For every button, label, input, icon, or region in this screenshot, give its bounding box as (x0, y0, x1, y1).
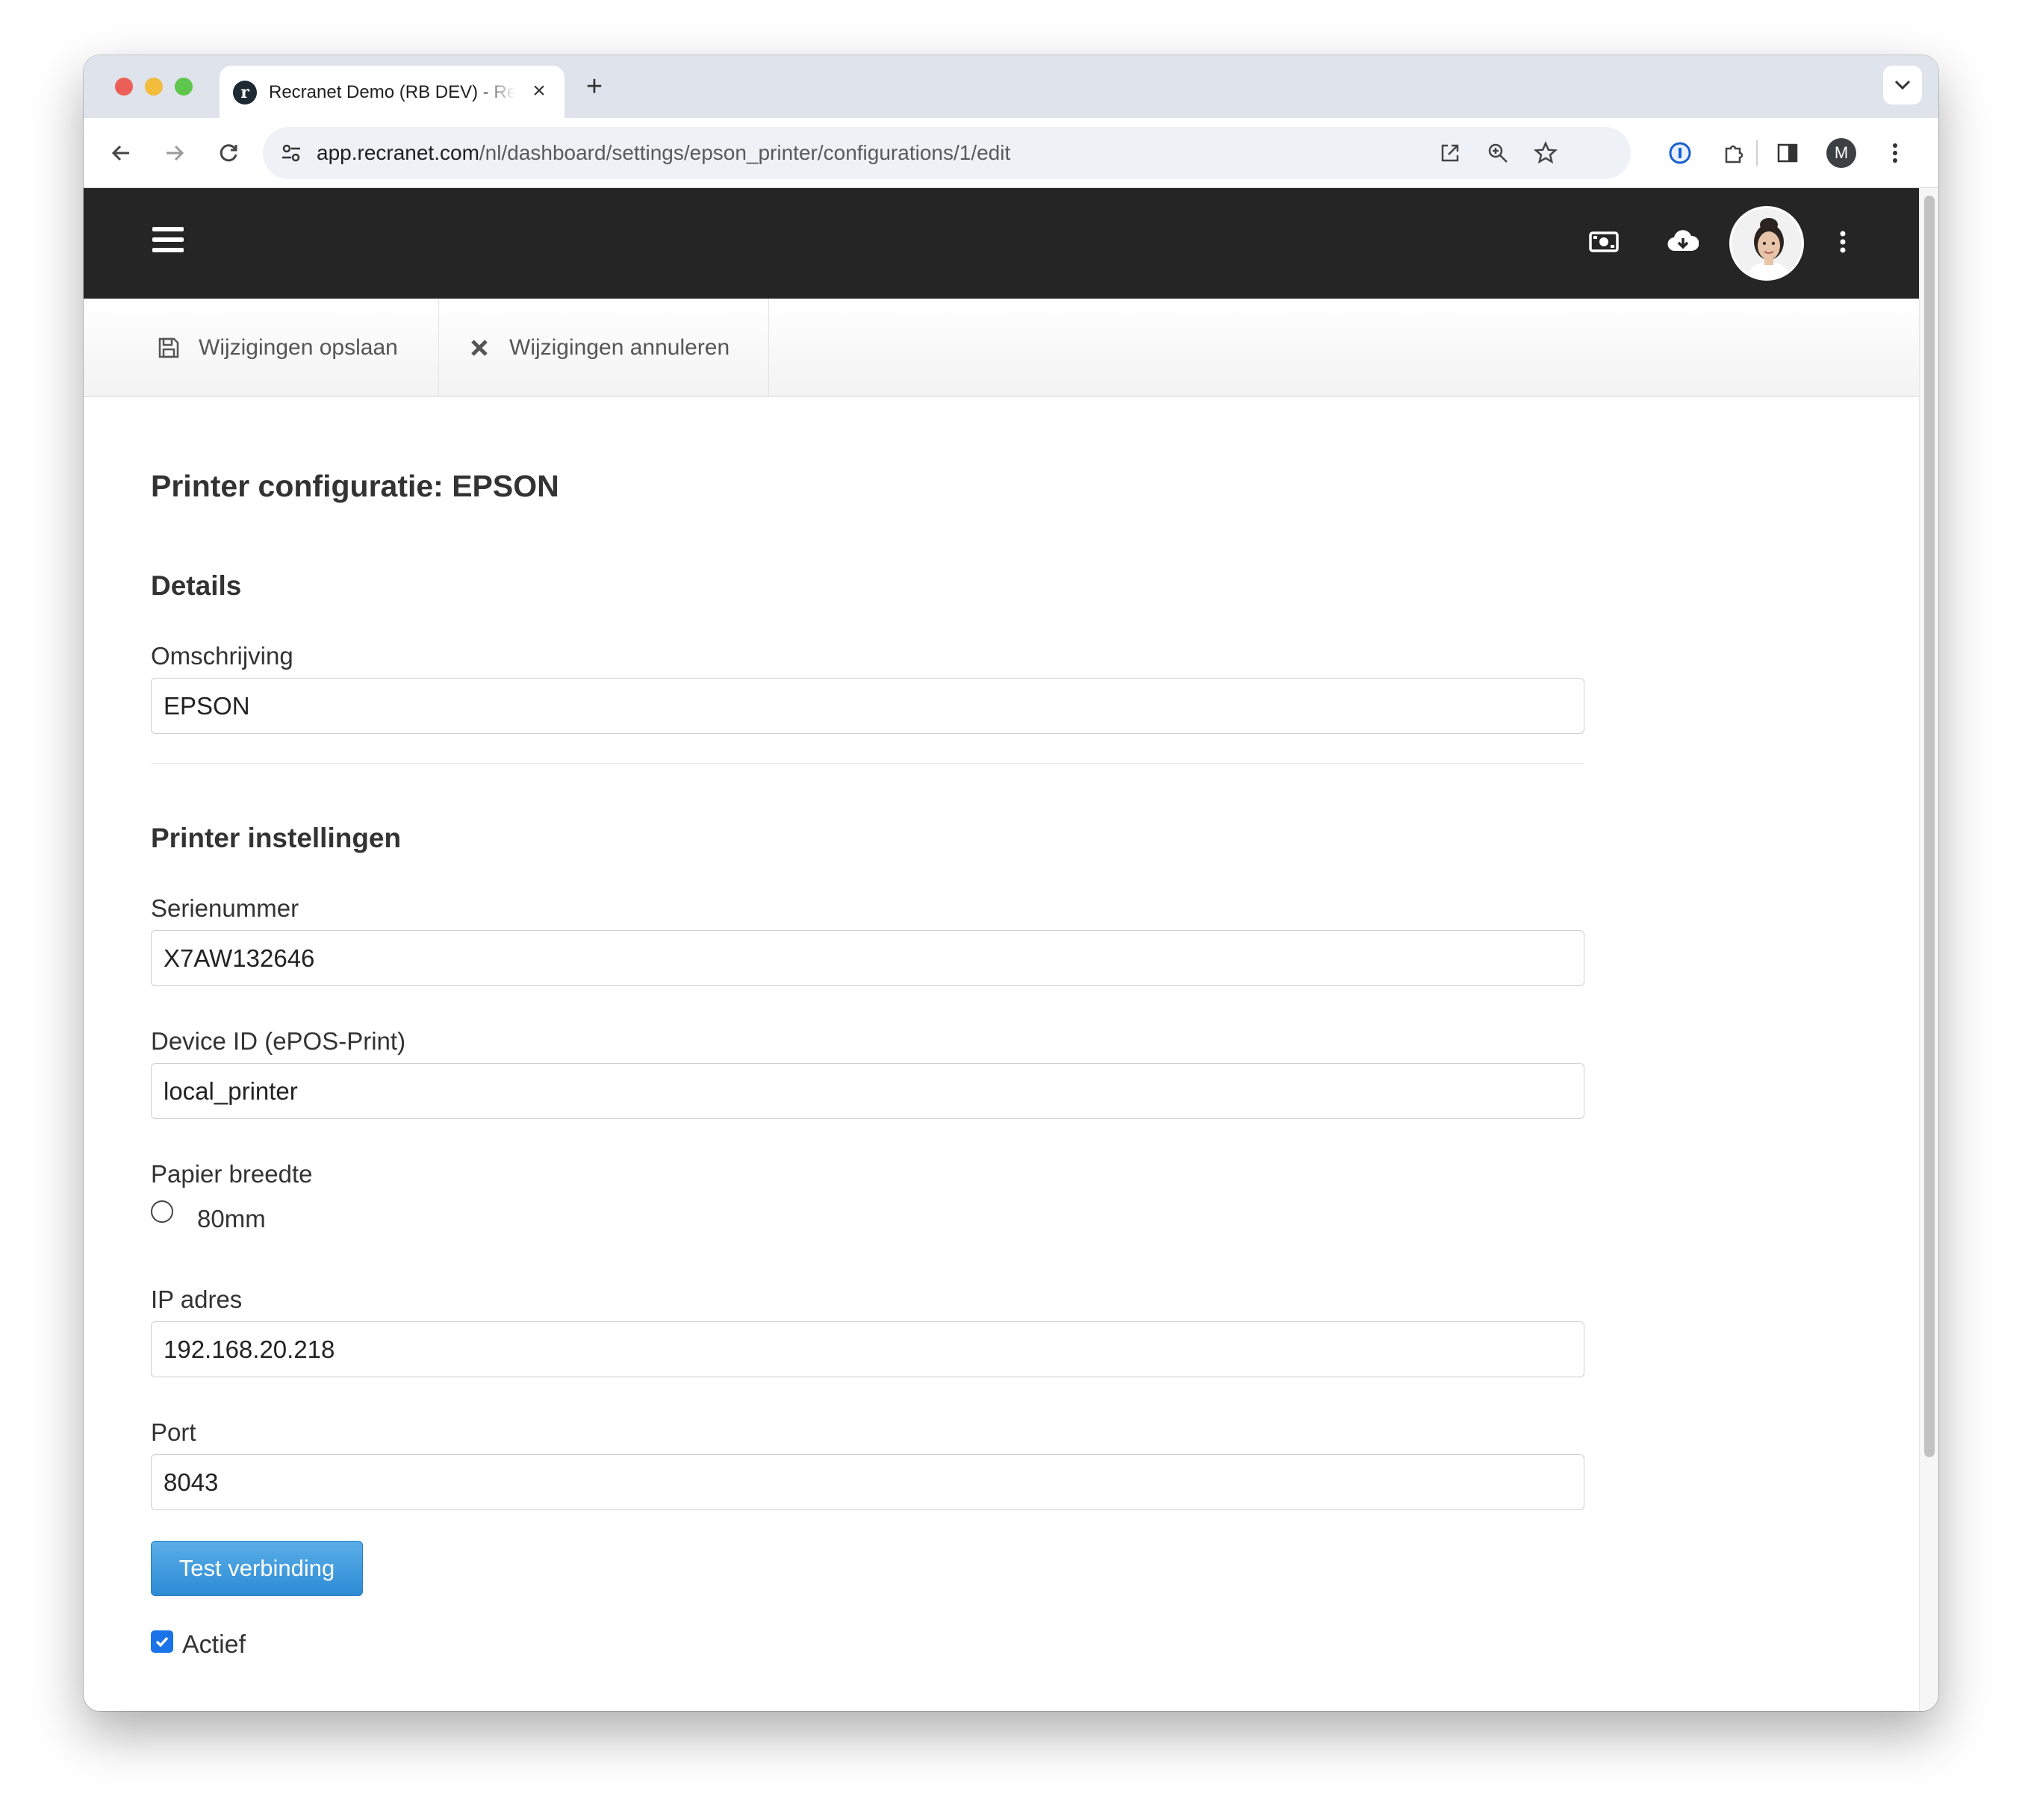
reload-icon (220, 144, 237, 162)
serial-number-label: Serienummer (151, 894, 299, 922)
test-connection-button[interactable]: Test verbinding (151, 1541, 363, 1596)
cash-register-icon[interactable] (1584, 222, 1623, 261)
ip-address-label: IP adres (151, 1285, 243, 1313)
app-header (84, 188, 1919, 299)
paper-width-label: Papier breedte (151, 1160, 313, 1188)
profile-button[interactable]: M (1823, 135, 1859, 171)
maximize-window-button[interactable] (175, 78, 193, 96)
tab-search-button[interactable] (1883, 66, 1922, 105)
device-id-input[interactable]: local_printer (151, 1063, 1584, 1119)
back-button[interactable] (103, 135, 139, 171)
url-path: /nl/dashboard/settings/epson_printer/con… (479, 141, 1011, 164)
reload-button[interactable] (211, 135, 246, 171)
browser-tab[interactable]: r Recranet Demo (RB DEV) - Recranet × (220, 66, 564, 118)
save-changes-button[interactable]: Wijzigingen opslaan (84, 299, 439, 397)
active-label[interactable]: Actief (182, 1630, 246, 1659)
close-x-icon (464, 333, 494, 363)
site-settings-icon[interactable] (273, 135, 309, 171)
action-bar: Wijzigingen opslaan Wijzigingen annulere… (84, 299, 1919, 397)
page-content: Wijzigingen opslaan Wijzigingen annulere… (84, 188, 1919, 1711)
active-checkbox[interactable] (151, 1630, 173, 1653)
arrow-right-icon (167, 145, 184, 161)
url-text[interactable]: app.recranet.com/nl/dashboard/settings/e… (317, 141, 1010, 165)
floppy-disk-icon (154, 333, 184, 363)
chevron-down-icon (1894, 80, 1911, 90)
tab-close-icon[interactable]: × (526, 78, 553, 105)
cancel-changes-label: Wijzigingen annuleren (509, 335, 730, 360)
address-bar[interactable]: app.recranet.com/nl/dashboard/settings/e… (263, 127, 1631, 179)
checkmark-icon (155, 1636, 169, 1648)
open-in-app-icon[interactable] (1432, 135, 1468, 171)
new-tab-button[interactable]: + (579, 71, 609, 102)
close-window-button[interactable] (115, 78, 133, 96)
zoom-icon[interactable] (1480, 135, 1516, 171)
paper-width-80mm-radio[interactable] (151, 1200, 173, 1223)
browser-window: r Recranet Demo (RB DEV) - Recranet × + … (84, 55, 1938, 1711)
save-changes-label: Wijzigingen opslaan (199, 335, 398, 360)
scrollbar-thumb[interactable] (1924, 196, 1935, 1457)
page-title: Printer configuratie: EPSON (151, 469, 559, 503)
arrow-left-icon (111, 145, 129, 161)
port-label: Port (151, 1418, 196, 1446)
url-host: app.recranet.com (317, 141, 479, 164)
printer-settings-heading: Printer instellingen (151, 823, 402, 853)
profile-avatar: M (1826, 138, 1856, 168)
ip-address-input[interactable]: 192.168.20.218 (151, 1321, 1584, 1377)
serial-number-input[interactable]: X7AW132646 (151, 930, 1584, 986)
bookmark-star-icon[interactable] (1528, 135, 1564, 171)
recranet-favicon-icon: r (233, 81, 257, 105)
details-heading: Details (151, 570, 242, 601)
description-input[interactable]: EPSON (151, 678, 1584, 734)
app-more-menu-icon[interactable] (1823, 222, 1862, 261)
extensions-puzzle-icon[interactable] (1716, 135, 1752, 171)
device-id-label: Device ID (ePOS-Print) (151, 1027, 406, 1055)
cancel-changes-button[interactable]: Wijzigingen annuleren (439, 299, 769, 397)
port-input[interactable]: 8043 (151, 1454, 1584, 1510)
side-panel-icon[interactable] (1770, 135, 1805, 171)
user-photo-icon (1732, 208, 1802, 278)
hamburger-menu-icon[interactable] (152, 227, 184, 258)
section-divider (151, 763, 1584, 764)
paper-width-80mm-label[interactable]: 80mm (197, 1205, 266, 1233)
tab-strip: r Recranet Demo (RB DEV) - Recranet × + (84, 55, 1938, 118)
password-manager-extension-icon[interactable] (1662, 135, 1698, 171)
description-label: Omschrijving (151, 642, 293, 670)
browser-menu-icon[interactable] (1877, 135, 1913, 171)
cloud-download-icon[interactable] (1664, 222, 1702, 261)
browser-toolbar: app.recranet.com/nl/dashboard/settings/e… (84, 118, 1938, 188)
forward-button[interactable] (157, 135, 193, 171)
tune-icon (282, 144, 300, 162)
page-scrollbar[interactable] (1919, 188, 1938, 1711)
user-avatar[interactable] (1729, 206, 1804, 281)
minimize-window-button[interactable] (145, 78, 163, 96)
toolbar-divider (1756, 140, 1758, 166)
tab-title: Recranet Demo (RB DEV) - Recranet (269, 82, 515, 102)
